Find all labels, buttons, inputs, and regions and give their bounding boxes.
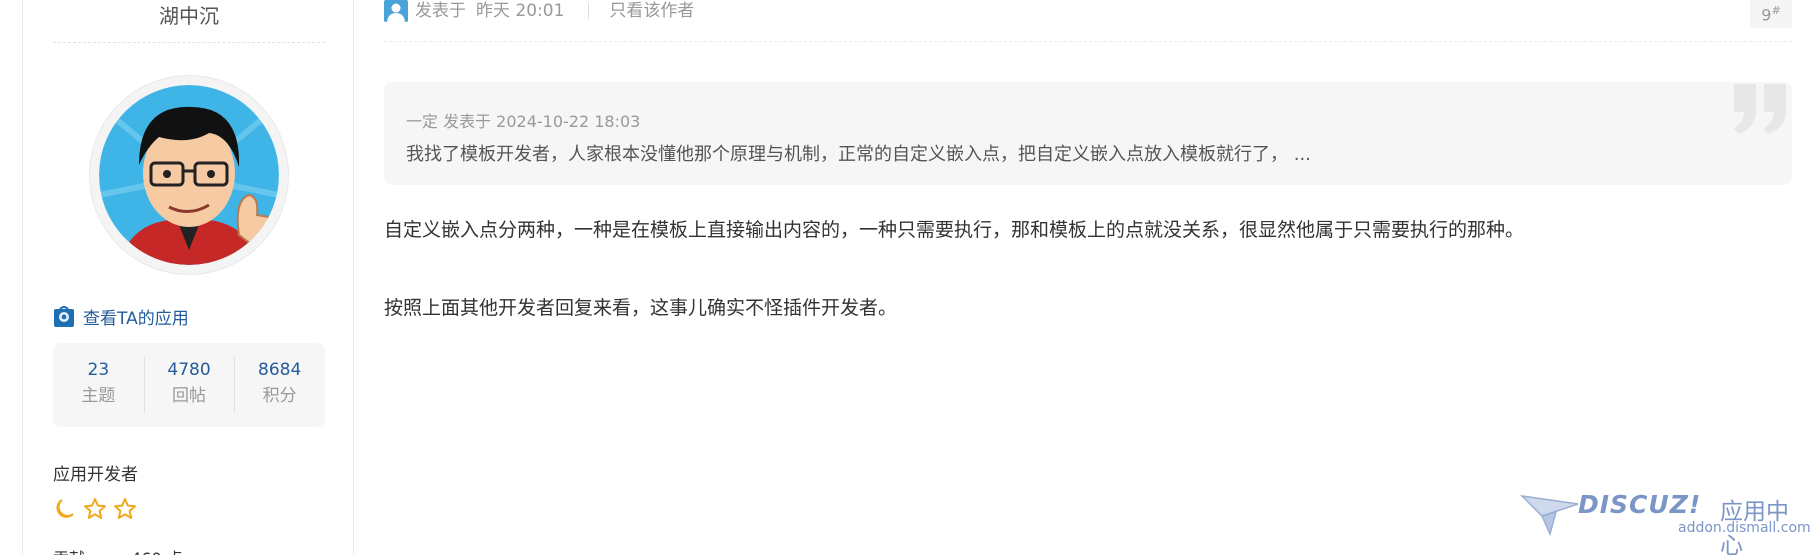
stat-threads-label: 主题 [81,386,116,406]
contribution-value: 460 点 [131,545,183,555]
view-apps-link[interactable]: 查看TA的应用 [53,304,189,329]
only-author-link[interactable]: 只看该作者 [609,0,694,22]
stat-credits-label: 积分 [262,386,297,406]
author-sidebar: 湖中沉 查看TA的应用 23 主题 4780 回帖 8684 积分 应用开发者 [22,0,354,555]
post-paragraph: 按照上面其他开发者回复来看，这事儿确实不怪插件开发者。 [384,297,898,319]
moon-icon [56,499,74,518]
quote-block: 一定 发表于 2024-10-22 18:03 我找了模板开发者，人家根本没懂他… [384,82,1792,185]
posted-label: 发表于 [415,1,466,21]
contribution-row: 贡献 460 点 [53,545,183,555]
post-meta: 发表于 昨天 20:01 只看该作者 [415,0,694,22]
stat-replies[interactable]: 4780 回帖 [143,343,235,427]
post-paragraph: 自定义嵌入点分两种，一种是在模板上直接输出内容的，一种只需要执行，那和模板上的点… [384,219,1525,241]
stat-replies-value: 4780 [167,360,211,380]
rank-stars [53,497,137,521]
quote-mark-icon [1734,84,1786,134]
star-icon [114,498,136,519]
discuz-watermark: DISCUZ! 应用中心 addon.dismall.com [1520,490,1811,555]
avatar-image [99,85,279,265]
user-group[interactable]: 应用开发者 [53,460,138,485]
watermark-logo: DISCUZ! [1578,490,1702,519]
author-name[interactable]: 湖中沉 [53,0,325,29]
stat-threads-value: 23 [87,360,110,380]
stat-credits-value: 8684 [258,360,302,380]
post-header: 发表于 昨天 20:01 只看该作者 9# [384,0,1792,42]
stat-replies-label: 回帖 [172,386,206,406]
post-time: 昨天 20:01 [476,1,565,21]
view-apps-label: 查看TA的应用 [83,309,189,329]
paper-plane-icon [1520,494,1579,536]
apps-icon [54,305,74,327]
stat-threads[interactable]: 23 主题 [53,343,144,427]
floor-mark: # [1771,4,1781,17]
floor-value: 9 [1761,5,1772,25]
avatar[interactable] [89,75,289,275]
watermark-url: addon.dismall.com [1678,520,1811,536]
quote-author-line: 一定 发表于 2024-10-22 18:03 [406,112,641,131]
user-online-icon [384,0,408,22]
author-stats: 23 主题 4780 回帖 8684 积分 [53,343,325,427]
contribution-label: 贡献 [53,545,85,555]
star-icon [84,498,106,519]
floor-number[interactable]: 9# [1750,0,1792,28]
stat-credits[interactable]: 8684 积分 [234,343,325,427]
divider [53,42,325,43]
meta-separator [588,3,590,19]
quote-text: 我找了模板开发者，人家根本没懂他那个原理与机制，正常的自定义嵌入点，把自定义嵌入… [406,144,1311,165]
